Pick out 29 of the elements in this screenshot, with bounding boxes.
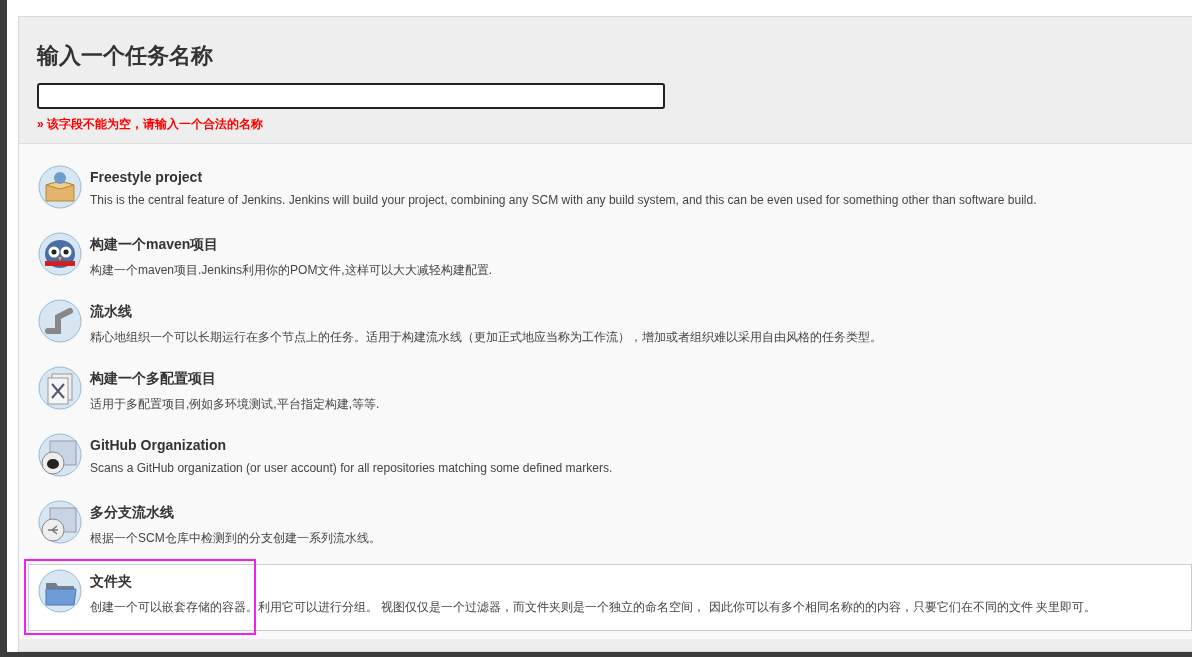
item-description: 创建一个可以嵌套存储的容器。利用它可以进行分组。 视图仅仅是一个过滤器，而文件夹则是一个独立的命名空间， 因此你可以有多个相同名称的的内容，只要它们在不同的文件 夹里即可。 (90, 599, 1096, 616)
job-type-item[interactable]: 构建一个多配置项目 适用于多配置项目,例如多环境测试,平台指定构建,等等. (28, 361, 1192, 428)
item-title: Freestyle project (90, 169, 204, 185)
box-icon (38, 165, 82, 209)
page-heading: 输入一个任务名称 (37, 42, 214, 70)
item-title: 构建一个多配置项目 (90, 370, 217, 388)
job-type-item[interactable]: 构建一个maven项目 构建一个maven项目.Jenkins利用你的POM文件,这样可以大大减轻构建配置. (28, 227, 1192, 294)
job-type-item[interactable]: 多分支流水线 根据一个SCM仓库中检测到的分支创建一系列流水线。 (28, 495, 1192, 562)
item-title: GitHub Organization (90, 437, 228, 453)
item-description: 适用于多配置项目,例如多环境测试,平台指定构建,等等. (90, 396, 380, 413)
folder-icon (38, 569, 82, 613)
item-title: 文件夹 (90, 573, 133, 591)
item-description: Scans a GitHub organization (or user account) for all repositories matching some defined markers. (90, 461, 613, 475)
item-description: 精心地组织一个可以长期运行在多个节点上的任务。适用于构建流水线（更加正式地应当称为工作流），增加或者组织难以采用自由风格的任务类型。 (90, 329, 882, 346)
item-title: 构建一个maven项目 (90, 236, 220, 254)
job-type-item[interactable]: 文件夹 创建一个可以嵌套存储的容器。利用它可以进行分组。 视图仅仅是一个过滤器，而文件夹则是一个独立的命名空间， 因此你可以有多个相同名称的的内容，只要它们在不同的文件 夹里即可。 (28, 564, 1192, 631)
item-description: 构建一个maven项目.Jenkins利用你的POM文件,这样可以大大减轻构建配置. (90, 262, 493, 279)
owl-icon (38, 232, 82, 276)
item-description: This is the central feature of Jenkins. Jenkins will build your project, combining any SCM with any build system, and this can be even used for something other than software build. (90, 193, 1037, 207)
job-type-item[interactable]: 流水线 精心地组织一个可以长期运行在多个节点上的任务。适用于构建流水线（更加正式地应当称为工作流），增加或者组织难以采用自由风格的任务类型。 (28, 294, 1192, 361)
folder-branch-icon (38, 500, 82, 544)
item-title: 流水线 (90, 303, 133, 321)
job-type-item[interactable]: Freestyle project This is the central feature of Jenkins. Jenkins will build your project, combining any SCM with any build system, and this can be even used for something other than software build. (28, 160, 1192, 227)
job-type-item[interactable]: GitHub Organization Scans a GitHub organization (or user account) for all repositories matching some defined markers. (28, 428, 1192, 495)
item-title: 多分支流水线 (90, 504, 175, 522)
item-description: 根据一个SCM仓库中检测到的分支创建一系列流水线。 (90, 530, 381, 547)
name-input-field[interactable] (37, 83, 665, 109)
pipe-icon (38, 299, 82, 343)
error-message: » 该字段不能为空，请输入一个合法的名称 (37, 116, 264, 133)
